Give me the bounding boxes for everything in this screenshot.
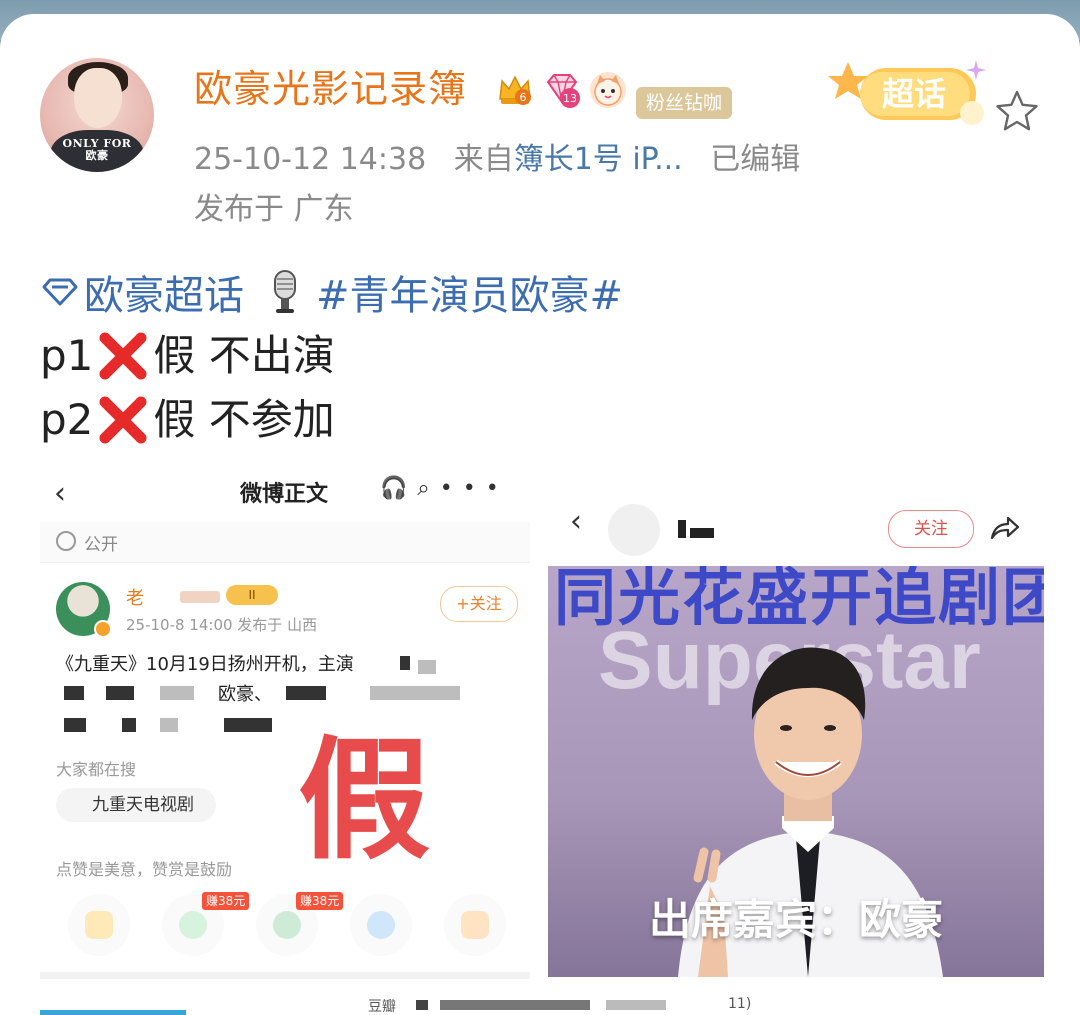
redacted-block xyxy=(64,718,86,732)
reward-tag: 赚38元 xyxy=(202,892,250,910)
post-source-link[interactable]: 簿长1号 iP... xyxy=(514,142,683,177)
cat-face-icon[interactable] xyxy=(590,72,626,108)
redacted-block xyxy=(678,520,686,538)
redacted-block xyxy=(286,686,326,700)
next-image-strip: 豆瓣 11) xyxy=(40,996,1040,1015)
super-topic-diamond-icon xyxy=(42,278,78,306)
guest-line: 出席嘉宾：欧豪 xyxy=(648,895,943,944)
reward-hint: 点赞是美意，赞赏是鼓励 xyxy=(56,860,233,879)
gem-level-icon[interactable]: 13 xyxy=(542,70,582,110)
crown-badge-icon[interactable]: 6 xyxy=(496,71,534,109)
post-meta: 25-10-12 14:38 来自簿长1号 iP... 已编辑 xyxy=(194,140,800,180)
post-line-2: p2 假 不参加 xyxy=(40,394,335,446)
gem-level: 13 xyxy=(563,92,577,105)
back-arrow-icon: ‹ xyxy=(570,504,582,539)
redacted-block xyxy=(400,656,410,670)
source-prefix: 来自 xyxy=(453,142,514,177)
redacted-block xyxy=(122,718,136,732)
avatar[interactable]: ONLY FOR 欧豪 xyxy=(40,58,154,172)
post-line-1: p1 假 不出演 xyxy=(40,330,335,382)
image-1-weibo-screenshot[interactable]: ‹ 微博正文 🎧⌕••• 公开 老 II 25-10-8 14:00 发布于 山… xyxy=(40,464,530,979)
redacted-block xyxy=(370,686,460,700)
reward-tag: 赚38元 xyxy=(296,892,344,910)
super-topic-badge[interactable]: 超话 xyxy=(826,58,996,138)
listen-icon: 🎧 xyxy=(380,476,418,501)
search-section-label: 大家都在搜 xyxy=(56,760,137,779)
fake-stamp: 假 xyxy=(298,724,430,878)
embedded-follow-button: +关注 xyxy=(440,586,518,622)
super-topic-label: 超话 xyxy=(882,75,946,113)
weibo-post-card: ONLY FOR 欧豪 欧豪光影记录簿 6 13 粉丝钻咖 超话 25-10-1… xyxy=(0,14,1080,1015)
caption-suffix: 11) xyxy=(728,996,752,1012)
red-cross-icon xyxy=(99,396,147,444)
redacted-block xyxy=(440,1000,590,1010)
qq-icon xyxy=(367,911,395,939)
embedded-post-text: 《九重天》10月19日扬州开机，主演 xyxy=(56,654,354,675)
line-text: 假 不出演 xyxy=(153,331,335,380)
microphone-icon xyxy=(274,270,296,313)
caption-source: 豆瓣 xyxy=(368,999,396,1015)
visibility-bar: 公开 xyxy=(40,522,530,563)
embedded-follow-button: 关注 xyxy=(888,510,974,548)
line-text: 假 不参加 xyxy=(153,395,335,444)
redacted-block xyxy=(606,1000,666,1010)
search-icon: ⌕ xyxy=(417,476,440,501)
avatar-face xyxy=(74,68,122,128)
next-image-thumb[interactable] xyxy=(40,1010,186,1015)
vip-action xyxy=(68,894,130,956)
favorite-star-icon[interactable] xyxy=(994,88,1040,134)
visibility-label: 公开 xyxy=(84,535,118,555)
redacted-block xyxy=(690,528,714,538)
vip-icon xyxy=(85,911,113,939)
share-icon xyxy=(990,516,1020,540)
back-arrow-icon: ‹ xyxy=(54,476,66,511)
embedded-name-visible: 欧豪、 xyxy=(218,684,272,705)
redacted-block xyxy=(416,1000,428,1010)
search-suggestion: 九重天电视剧 xyxy=(56,788,216,822)
redacted-block xyxy=(418,660,436,674)
user-badges: 6 13 xyxy=(496,70,626,110)
moments-icon xyxy=(273,911,301,939)
embedded-nav-bar: ‹ 微博正文 🎧⌕••• xyxy=(40,464,530,518)
globe-icon xyxy=(56,531,76,551)
line-prefix: p1 xyxy=(40,331,94,380)
image-2-poster-screenshot[interactable]: ‹ 关注 Superstar 同光花盛开追剧团 xyxy=(548,482,1044,977)
fan-badge[interactable]: 粉丝钻咖 xyxy=(636,87,733,119)
more-icon: ••• xyxy=(439,476,509,501)
embedded-level-badge: II xyxy=(226,585,278,605)
qq-share xyxy=(350,894,412,956)
redacted-block xyxy=(224,718,272,732)
topic-line: 欧豪超话 #青年演员欧豪# xyxy=(40,267,623,319)
embedded-nav-icons: 🎧⌕••• xyxy=(380,476,509,501)
post-location: 发布于 广东 xyxy=(194,192,354,227)
embedded-nav-title: 微博正文 xyxy=(240,482,329,507)
crown-level: 6 xyxy=(520,91,527,104)
image-save-icon xyxy=(461,911,489,939)
red-cross-icon xyxy=(99,332,147,380)
hashtag-link[interactable]: #青年演员欧豪# xyxy=(316,263,623,321)
save-image xyxy=(444,894,506,956)
wechat-icon xyxy=(179,911,207,939)
verified-icon xyxy=(94,620,112,638)
embedded-username: 老 xyxy=(126,588,144,609)
embedded-meta: 25-10-8 14:00 发布于 山西 xyxy=(126,616,318,634)
redacted-block xyxy=(160,686,194,700)
divider xyxy=(40,972,530,979)
redacted-block xyxy=(64,686,84,700)
line-prefix: p2 xyxy=(40,395,94,444)
blurred-name xyxy=(180,591,220,603)
post-timestamp: 25-10-12 14:38 xyxy=(194,142,427,177)
redacted-block xyxy=(160,718,178,732)
username[interactable]: 欧豪光影记录簿 xyxy=(194,66,467,112)
redacted-block xyxy=(106,686,134,700)
avatar-text: ONLY FOR 欧豪 xyxy=(62,137,132,162)
embedded-avatar xyxy=(608,504,660,556)
super-topic-link[interactable]: 欧豪超话 xyxy=(84,263,244,321)
event-poster: Superstar 同光花盛开追剧团 出席嘉宾：欧豪 xyxy=(548,566,1044,977)
edited-label[interactable]: 已编辑 xyxy=(710,142,800,177)
